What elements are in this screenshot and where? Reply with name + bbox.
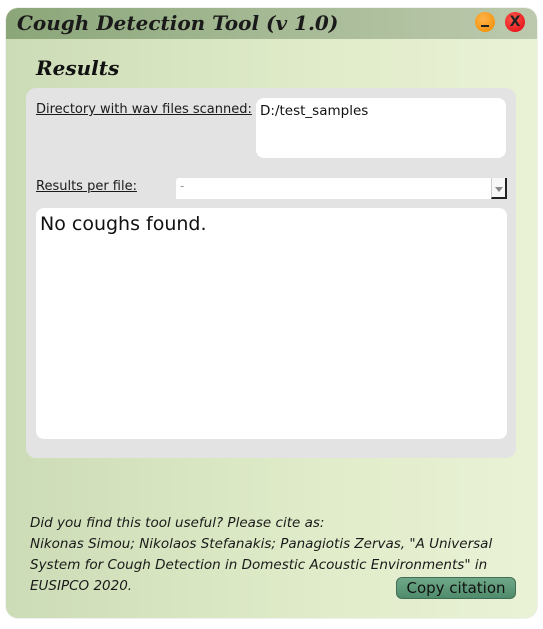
directory-label: Directory with wav files scanned: [36,102,252,117]
dropdown-arrow-button[interactable] [491,178,507,199]
close-icon: X [509,14,521,30]
select-value: - [180,179,185,193]
app-window: Cough Detection Tool (v 1.0) X Results D… [6,8,537,618]
results-heading: Results [36,56,120,80]
citation-line: Nikonas Simou; Nikolaos Stefanakis; Pana… [30,536,493,552]
window-title: Cough Detection Tool (v 1.0) [17,11,339,35]
close-button[interactable]: X [505,12,525,32]
results-output-area[interactable]: No coughs found. [36,208,507,439]
directory-field[interactable]: D:/test_samples [256,98,506,158]
directory-value: D:/test_samples [260,103,369,119]
results-per-file-label: Results per file: [36,179,137,194]
minimize-icon [481,25,489,27]
results-panel: Directory with wav files scanned: D:/tes… [26,88,516,458]
minimize-button[interactable] [475,12,495,32]
results-per-file-select[interactable]: - [176,178,507,199]
copy-citation-button[interactable]: Copy citation [396,577,516,599]
citation-line: Did you find this tool useful? Please ci… [30,515,325,531]
title-bar[interactable]: Cough Detection Tool (v 1.0) X [6,8,537,39]
citation-line: System for Cough Detection in Domestic A… [30,557,488,573]
chevron-down-icon [495,187,503,192]
results-output-text: No coughs found. [40,213,207,235]
